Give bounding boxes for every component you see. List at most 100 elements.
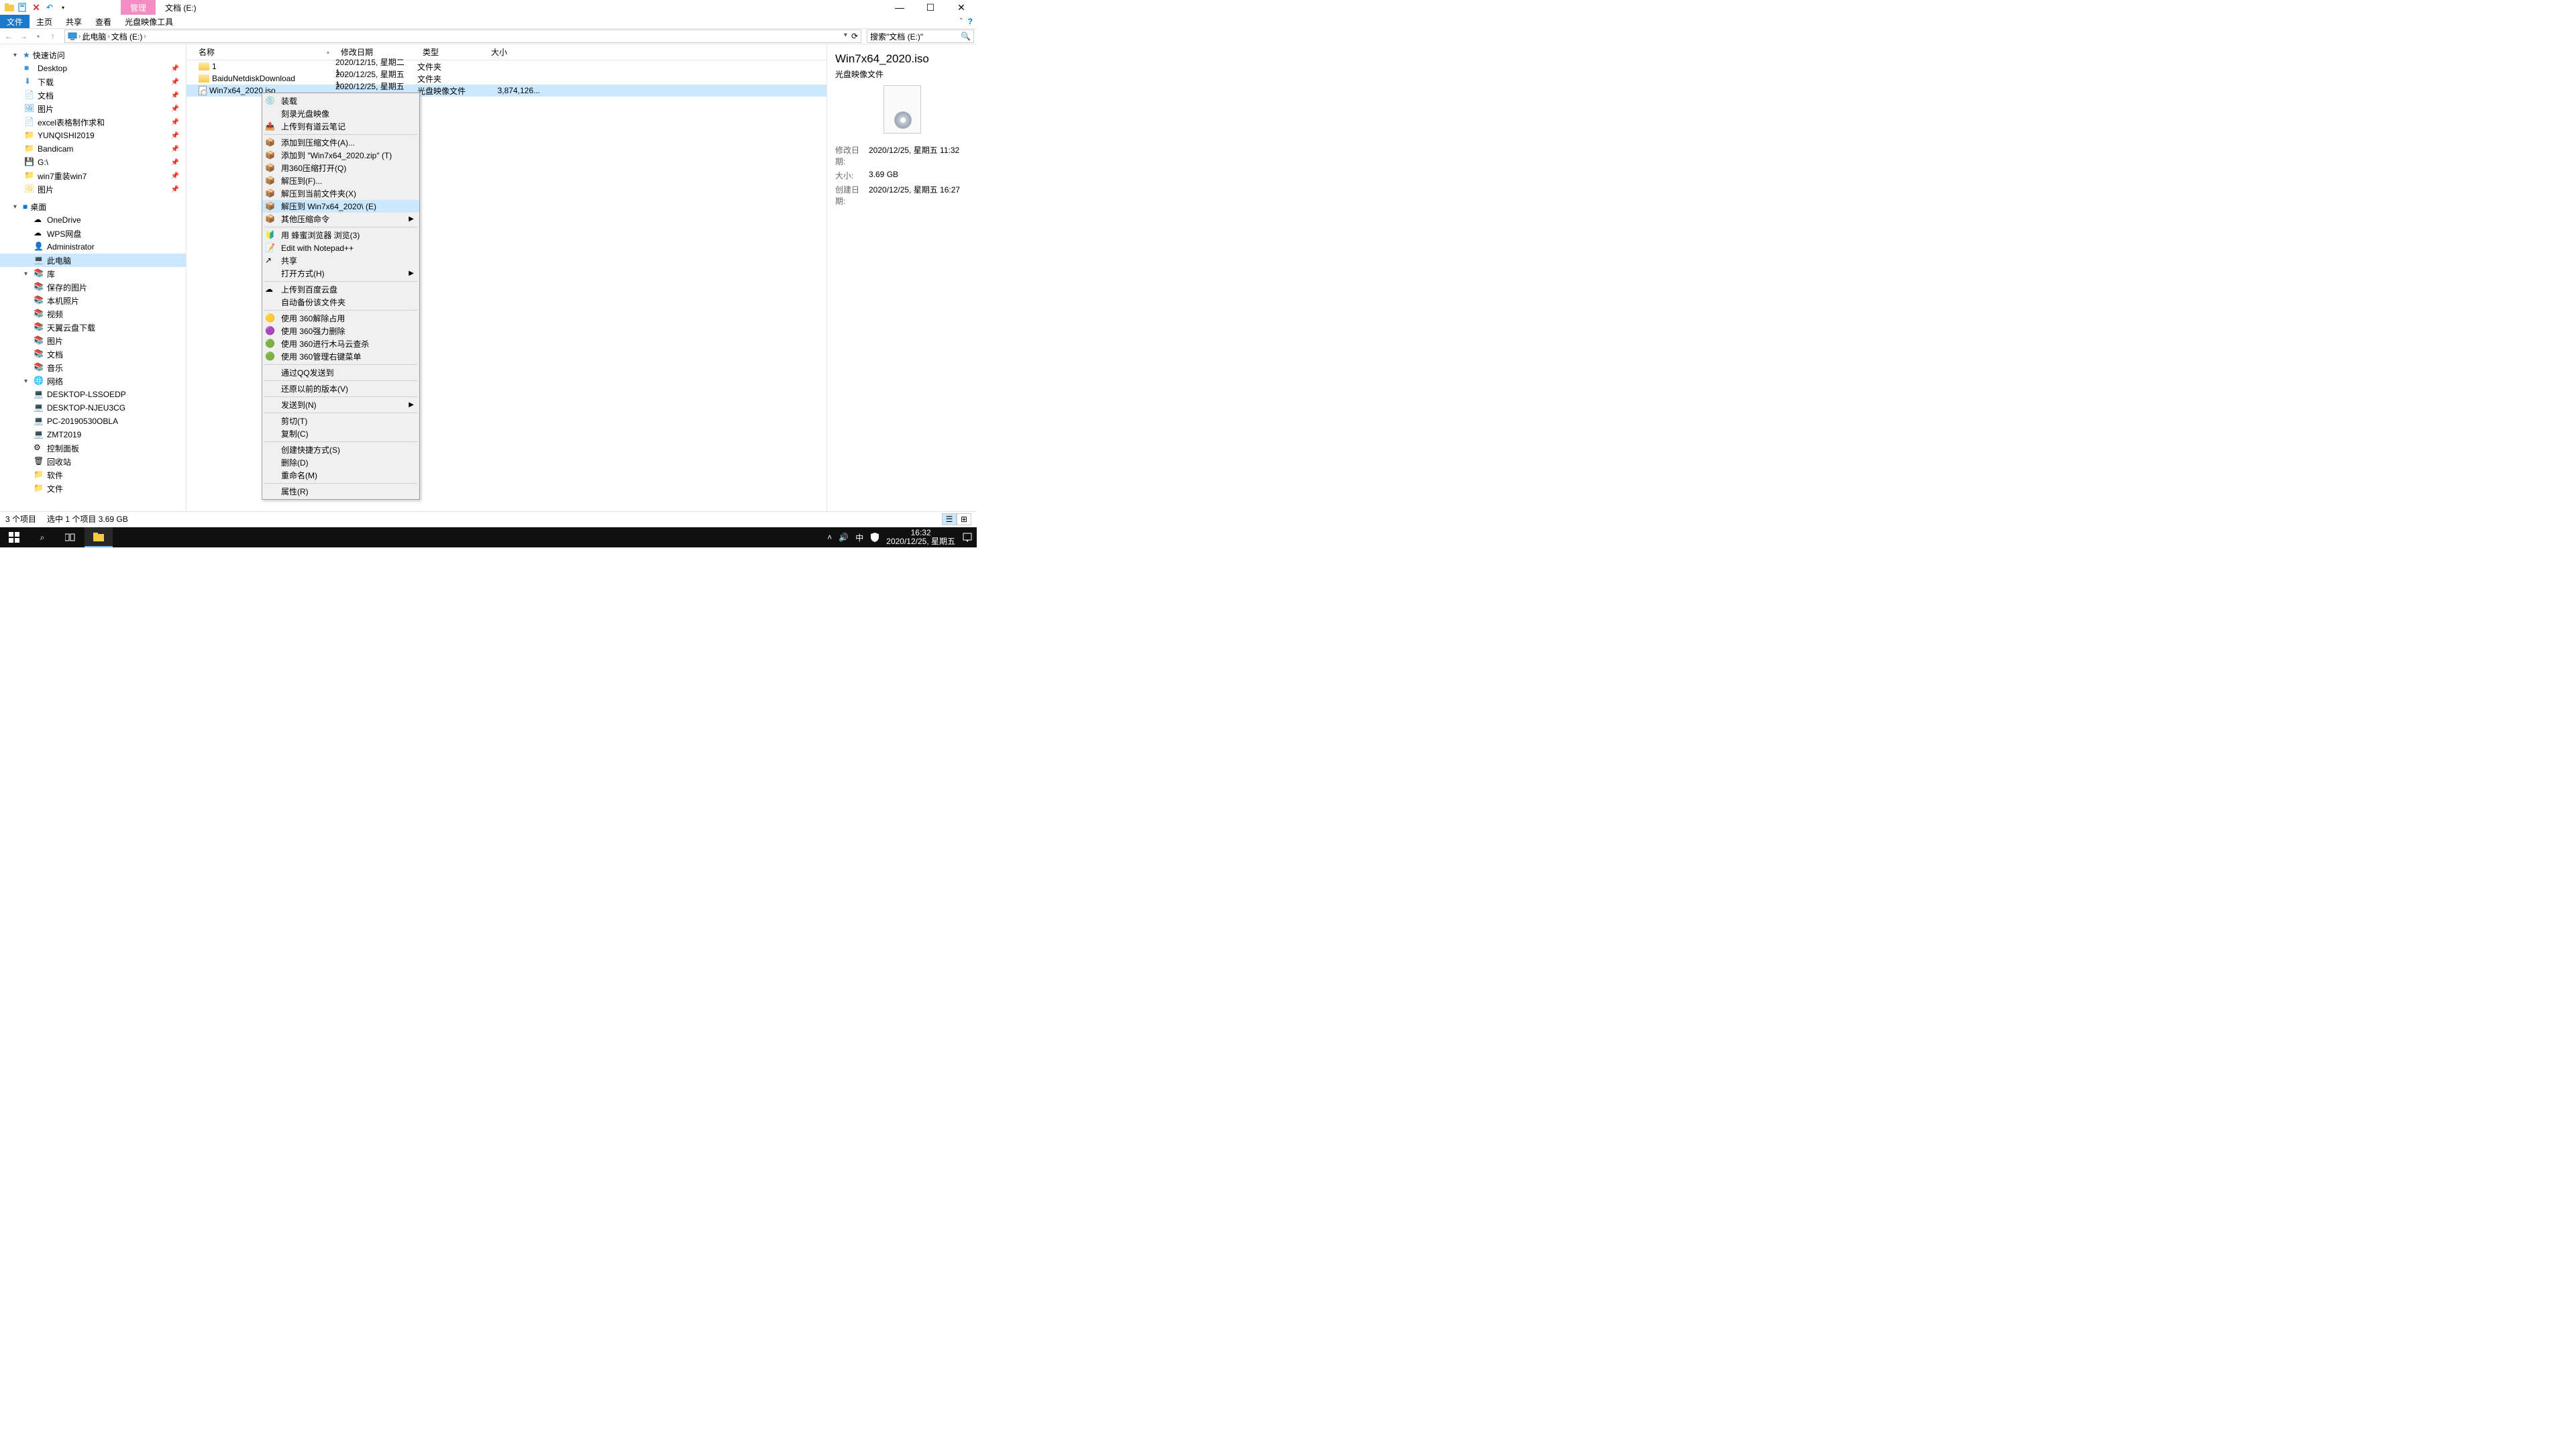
breadcrumb-docs[interactable]: 文档 (E:) <box>111 31 143 42</box>
qat-dropdown-icon[interactable]: ▾ <box>58 2 68 13</box>
context-menu-item[interactable]: 🟣使用 360强力删除 <box>262 325 419 337</box>
history-dropdown[interactable]: ▾ <box>32 30 44 42</box>
close-button[interactable]: ✕ <box>946 0 977 15</box>
nav-desktop-item[interactable]: ▾📚库 <box>0 267 186 280</box>
context-menu-item[interactable]: 刻录光盘映像 <box>262 107 419 120</box>
nav-net-item[interactable]: 💻ZMT2019 <box>0 428 186 441</box>
context-menu-item[interactable]: 创建快捷方式(S) <box>262 443 419 456</box>
details-view-button[interactable]: ☰ <box>942 513 957 525</box>
nav-desktop-item[interactable]: 🗑回收站 <box>0 455 186 468</box>
context-menu-item[interactable]: 📦解压到(F)... <box>262 174 419 187</box>
context-menu-item[interactable]: 📦用360压缩打开(Q) <box>262 162 419 174</box>
col-type[interactable]: 类型 <box>417 44 486 60</box>
volume-icon[interactable]: 🔊 <box>839 533 849 542</box>
chevron-right-icon[interactable]: › <box>144 33 146 40</box>
context-menu-item[interactable]: 💿装载 <box>262 95 419 107</box>
ribbon-view[interactable]: 查看 <box>89 15 118 28</box>
nav-quick-item[interactable]: 📁win7重装win7📌 <box>0 169 186 182</box>
help-icon[interactable]: ? <box>968 17 973 26</box>
context-menu-item[interactable]: 打开方式(H)▶ <box>262 267 419 280</box>
context-menu-item[interactable]: 还原以前的版本(V) <box>262 382 419 395</box>
chevron-right-icon[interactable]: › <box>78 33 80 40</box>
nav-lib-item[interactable]: 📚天翼云盘下载 <box>0 321 186 334</box>
start-button[interactable] <box>0 527 28 547</box>
context-menu-item[interactable]: 重命名(M) <box>262 469 419 482</box>
nav-lib-item[interactable]: 📚文档 <box>0 347 186 361</box>
nav-lib-item[interactable]: 📚视频 <box>0 307 186 321</box>
context-menu-item[interactable]: 🟢使用 360管理右键菜单 <box>262 350 419 363</box>
manage-tab[interactable]: 管理 <box>121 0 156 15</box>
context-menu-item[interactable]: 🟢使用 360进行木马云查杀 <box>262 337 419 350</box>
nav-quick-item[interactable]: 💾G:\📌 <box>0 156 186 169</box>
context-menu-item[interactable]: 🔰用 蜂蜜浏览器 浏览(3) <box>262 229 419 241</box>
nav-quick-item[interactable]: ■Desktop📌 <box>0 62 186 75</box>
nav-net-item[interactable]: 💻DESKTOP-LSSOEDP <box>0 388 186 401</box>
nav-desktop-item[interactable]: ☁OneDrive <box>0 213 186 227</box>
context-menu-item[interactable]: 发送到(N)▶ <box>262 398 419 411</box>
explorer-taskbar-button[interactable] <box>85 527 113 547</box>
address-path[interactable]: › 此电脑 › 文档 (E:) › ▾ ⟳ <box>64 30 861 43</box>
context-menu-item[interactable]: 📦添加到 "Win7x64_2020.zip" (T) <box>262 149 419 162</box>
nav-desktop-item[interactable]: 💻此电脑 <box>0 254 186 267</box>
breadcrumb-thispc[interactable]: 此电脑 <box>82 31 106 42</box>
ribbon-home[interactable]: 主页 <box>30 15 59 28</box>
nav-quick-item[interactable]: 📄excel表格制作求和📌 <box>0 115 186 129</box>
context-menu-item[interactable]: ☁上传到百度云盘 <box>262 283 419 296</box>
nav-quick-item[interactable]: ⬇下载📌 <box>0 75 186 89</box>
nav-net-item[interactable]: 💻DESKTOP-NJEU3CG <box>0 401 186 415</box>
nav-quick-item[interactable]: 📄文档📌 <box>0 89 186 102</box>
ribbon-file[interactable]: 文件 <box>0 15 30 28</box>
forward-button[interactable]: → <box>17 30 30 42</box>
context-menu-item[interactable]: 📦解压到当前文件夹(X) <box>262 187 419 200</box>
context-menu-item[interactable]: ↗共享 <box>262 254 419 267</box>
minimize-button[interactable]: — <box>884 0 915 15</box>
search-icon[interactable]: 🔍 <box>961 32 971 41</box>
col-name[interactable]: 名称▴ <box>186 44 335 60</box>
task-view-button[interactable] <box>56 527 85 547</box>
chevron-right-icon[interactable]: › <box>107 33 109 40</box>
nav-lib-item[interactable]: 📚图片 <box>0 334 186 347</box>
col-size[interactable]: 大小 <box>486 44 545 60</box>
context-menu-item[interactable]: 📦其他压缩命令▶ <box>262 213 419 225</box>
context-menu-item[interactable]: 属性(R) <box>262 485 419 498</box>
undo-icon[interactable]: ↶ <box>44 2 55 13</box>
file-row[interactable]: 12020/12/15, 星期二 1...文件夹 <box>186 60 826 72</box>
security-icon[interactable] <box>870 532 879 543</box>
context-menu-item[interactable]: 复制(C) <box>262 427 419 440</box>
context-menu-item[interactable]: 📤上传到有道云笔记 <box>262 120 419 133</box>
icons-view-button[interactable]: ⊞ <box>957 513 971 525</box>
nav-net-item[interactable]: 💻PC-20190530OBLA <box>0 415 186 428</box>
search-input[interactable]: 搜索"文档 (E:)" 🔍 <box>867 30 974 43</box>
nav-quick-item[interactable]: 📁YUNQISHI2019📌 <box>0 129 186 142</box>
maximize-button[interactable]: ☐ <box>915 0 946 15</box>
nav-quick-item[interactable]: 📁Bandicam📌 <box>0 142 186 156</box>
nav-desktop-item[interactable]: ☁WPS网盘 <box>0 227 186 240</box>
nav-desktop-item[interactable]: 📁文件 <box>0 482 186 495</box>
back-button[interactable]: ← <box>3 30 15 42</box>
context-menu-item[interactable]: 🟡使用 360解除占用 <box>262 312 419 325</box>
ime-indicator[interactable]: 中 <box>855 532 863 543</box>
search-button[interactable]: ⌕ <box>28 527 56 547</box>
properties-icon[interactable] <box>17 2 28 13</box>
nav-desktop-item[interactable]: ⚙控制面板 <box>0 441 186 455</box>
ribbon-share[interactable]: 共享 <box>59 15 89 28</box>
delete-icon[interactable]: ✕ <box>31 2 42 13</box>
up-button[interactable]: ↑ <box>47 30 59 42</box>
context-menu-item[interactable]: 删除(D) <box>262 456 419 469</box>
clock[interactable]: 16:322020/12/25, 星期五 <box>886 529 955 546</box>
nav-lib-item[interactable]: 📚音乐 <box>0 361 186 374</box>
refresh-icon[interactable]: ⟳ <box>851 32 858 41</box>
nav-desktop[interactable]: ▾■桌面 <box>0 200 186 213</box>
addr-dropdown-icon[interactable]: ▾ <box>844 32 847 41</box>
context-menu-item[interactable]: 通过QQ发送到 <box>262 366 419 379</box>
nav-desktop-item[interactable]: 👤Administrator <box>0 240 186 254</box>
ribbon-expand-icon[interactable]: ˇ <box>960 17 963 25</box>
tray-up-icon[interactable]: ˄ <box>827 533 832 542</box>
nav-desktop-item[interactable]: 📁软件 <box>0 468 186 482</box>
context-menu-item[interactable]: 📦解压到 Win7x64_2020\ (E) <box>262 200 419 213</box>
nav-quick-item[interactable]: 🖼图片📌 <box>0 102 186 115</box>
nav-quick-item[interactable]: 🖼图片📌 <box>0 182 186 196</box>
nav-lib-item[interactable]: 📚本机照片 <box>0 294 186 307</box>
ribbon-iso-tools[interactable]: 光盘映像工具 <box>118 15 180 28</box>
context-menu-item[interactable]: 剪切(T) <box>262 415 419 427</box>
